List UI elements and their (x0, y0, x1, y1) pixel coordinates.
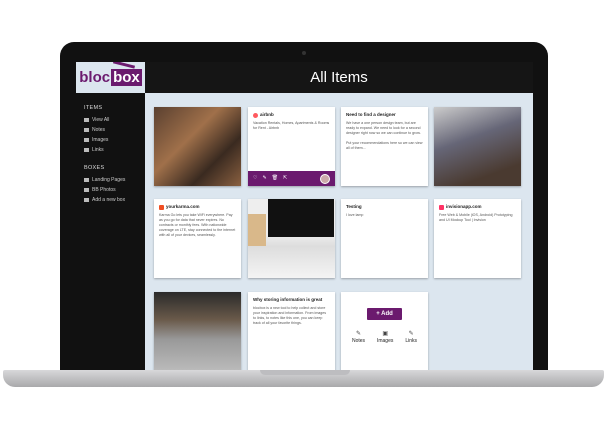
logo[interactable]: bloc box (76, 62, 145, 93)
card-action-bar: ♡ ✎ 🗑 ⇱ (248, 171, 335, 186)
karma-favicon (159, 204, 164, 210)
note-card-storing[interactable]: Why storing information is great blocbox… (248, 292, 335, 370)
label: Links (92, 147, 104, 153)
sidebar-item-links[interactable]: Links (84, 145, 145, 155)
logo-text: bloc (79, 69, 111, 86)
image-icon: ▣ (382, 331, 388, 337)
card-text: We have a one person design team, but ar… (346, 121, 421, 136)
add-button[interactable]: + Add (367, 308, 402, 320)
label: View All (92, 117, 110, 123)
card-title: invisionapp.com (446, 204, 482, 209)
card-text: Vacation Rentals, Homes, Apartments & Ro… (253, 121, 330, 131)
link-icon: ✎ (408, 331, 414, 337)
edit-icon (84, 128, 89, 132)
image-card-loft[interactable] (154, 292, 241, 370)
card-text: Free Web & Mobile (iOS, Android) Prototy… (439, 213, 513, 223)
avatar (320, 173, 330, 184)
label: Images (376, 338, 394, 345)
link-card-invision[interactable]: invisionapp.com Free Web & Mobile (iOS, … (434, 199, 521, 278)
sidebar-box-landing-pages[interactable]: Landing Pages (84, 175, 145, 185)
boxes-heading: BOXES (84, 165, 105, 171)
label: Notes (351, 338, 366, 345)
image-icon (84, 138, 89, 142)
box-icon (84, 188, 89, 192)
card-title: Testing (346, 204, 362, 209)
link-card-karma[interactable]: yourkarma.com Karma Go lets you take WiF… (154, 199, 241, 278)
items-grid: airbnb Vacation Rentals, Homes, Apartmen… (145, 93, 533, 370)
add-box-button[interactable]: Add a new box (84, 195, 145, 205)
grid-icon (84, 118, 89, 122)
link-icon (84, 148, 89, 152)
sidebar-item-view-all[interactable]: View All (84, 115, 145, 125)
heart-icon[interactable]: ♡ (253, 175, 257, 182)
card-title: airbnb (260, 112, 274, 117)
invision-favicon (439, 204, 444, 210)
label: Links (405, 338, 417, 345)
app-window: bloc box All Items ITEMS View All Notes I… (76, 62, 533, 370)
add-card: + Add ✎ Notes ▣ Images ✎ Links (341, 292, 428, 370)
card-title: Need to find a designer (346, 112, 396, 117)
card-text: Put your recommendations here so we can … (346, 141, 423, 151)
page-title: All Items (145, 62, 533, 93)
card-text: Karma Go lets you take WiFi everywhere. … (159, 213, 236, 238)
add-image-option[interactable]: ▣ Images (377, 330, 393, 345)
label: BB Photos (92, 187, 116, 193)
card-title: yourkarma.com (166, 204, 200, 209)
sidebar-item-images[interactable]: Images (84, 135, 145, 145)
label: Notes (92, 127, 106, 133)
sidebar-box-bb-photos[interactable]: BB Photos (84, 185, 145, 195)
label: Images (92, 137, 109, 143)
items-heading: ITEMS (84, 105, 103, 111)
image-card-bar[interactable] (154, 107, 241, 186)
label: Add a new box (92, 197, 126, 203)
sidebar-item-notes[interactable]: Notes (84, 125, 145, 135)
note-card-designer[interactable]: Need to find a designer We have a one pe… (341, 107, 428, 186)
laptop-notch (260, 370, 350, 375)
card-text: blocbox is a new tool to help collect an… (253, 306, 327, 326)
airbnb-favicon (253, 112, 258, 118)
add-link-option[interactable]: ✎ Links (405, 330, 417, 345)
edit-icon: ✎ (355, 331, 362, 337)
camera (302, 51, 306, 55)
image-card-office[interactable] (434, 107, 521, 186)
logo-box-text: box (111, 69, 142, 86)
image-card-desk[interactable] (248, 199, 335, 278)
card-title: Why storing information is great (253, 297, 323, 302)
share-icon[interactable]: ⇱ (283, 175, 287, 182)
card-text: I love lamp (346, 213, 364, 218)
label: Landing Pages (92, 177, 126, 183)
note-card-testing[interactable]: Testing I love lamp (341, 199, 428, 278)
box-icon (84, 178, 89, 182)
sidebar: ITEMS View All Notes Images Links BOXES … (76, 93, 145, 370)
edit-icon[interactable]: ✎ (262, 175, 266, 182)
trash-icon[interactable]: 🗑 (272, 175, 278, 182)
plus-icon (84, 198, 89, 202)
link-card-airbnb[interactable]: airbnb Vacation Rentals, Homes, Apartmen… (248, 107, 335, 186)
add-note-option[interactable]: ✎ Notes (352, 330, 365, 345)
